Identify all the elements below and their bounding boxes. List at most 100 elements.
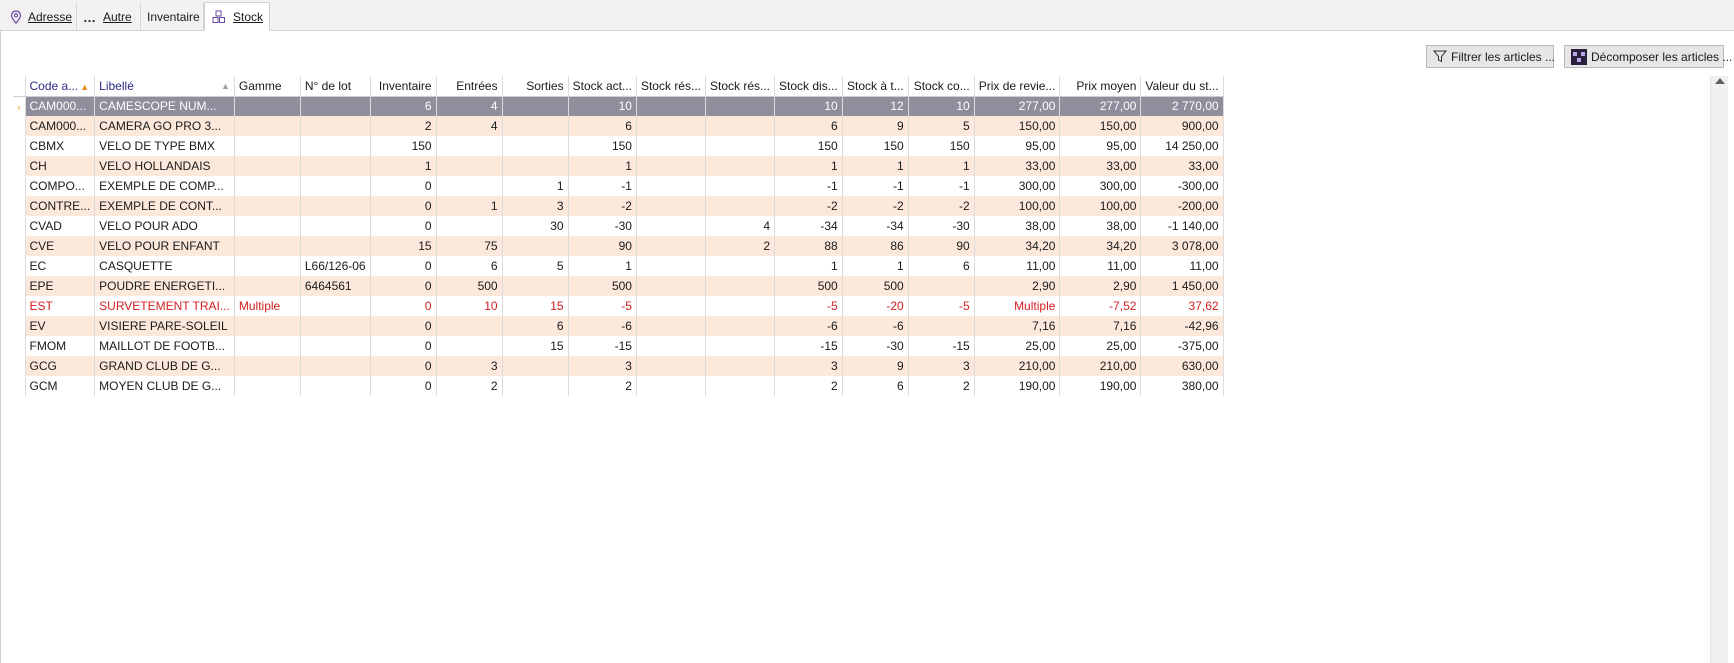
table-cell[interactable]: 1 xyxy=(502,176,569,196)
column-header[interactable]: Stock rés... xyxy=(636,76,707,97)
table-cell[interactable]: 9 xyxy=(842,116,909,136)
column-header[interactable]: Prix moyen xyxy=(1059,76,1142,97)
table-cell[interactable]: -5 xyxy=(568,296,637,316)
table-cell[interactable] xyxy=(234,376,301,396)
table-cell[interactable] xyxy=(636,296,707,316)
table-cell[interactable]: 0 xyxy=(370,296,437,316)
table-cell[interactable]: 300,00 xyxy=(974,176,1061,196)
table-row[interactable]: GCM MOYEN CLUB DE G... 0 2 2 2 6 2 190,00 190,00 3… xyxy=(13,376,1224,396)
table-cell[interactable]: POUDRE ENERGETI... xyxy=(94,276,235,296)
table-cell[interactable]: CAMERA GO PRO 3... xyxy=(94,116,235,136)
table-cell[interactable]: 2 xyxy=(370,116,437,136)
table-cell[interactable] xyxy=(234,256,301,276)
table-cell[interactable]: -42,96 xyxy=(1140,316,1224,336)
table-cell[interactable]: -1 140,00 xyxy=(1140,216,1224,236)
table-cell[interactable]: 33,00 xyxy=(1059,156,1142,176)
table-cell[interactable]: 86 xyxy=(842,236,909,256)
table-cell[interactable]: CONTRE... xyxy=(25,196,96,216)
table-cell[interactable]: 6 xyxy=(568,116,637,136)
table-cell[interactable]: VELO HOLLANDAIS xyxy=(94,156,235,176)
table-cell[interactable]: 9 xyxy=(842,356,909,376)
table-cell[interactable]: 630,00 xyxy=(1140,356,1224,376)
column-header[interactable]: Libellé ▲ xyxy=(94,76,235,97)
table-cell[interactable]: VELO DE TYPE BMX xyxy=(94,136,235,156)
table-cell[interactable]: -15 xyxy=(774,336,843,356)
table-cell[interactable] xyxy=(300,236,371,256)
table-cell[interactable]: 5 xyxy=(908,116,975,136)
table-cell[interactable] xyxy=(908,316,975,336)
table-cell[interactable]: 150,00 xyxy=(974,116,1061,136)
table-cell[interactable]: 380,00 xyxy=(1140,376,1224,396)
table-cell[interactable]: COMPO... xyxy=(25,176,96,196)
decompose-articles-button[interactable]: Décomposer les articles ... xyxy=(1564,45,1732,68)
table-cell[interactable]: 6464561 xyxy=(300,276,371,296)
table-cell[interactable]: -375,00 xyxy=(1140,336,1224,356)
table-cell[interactable]: EXEMPLE DE CONT... xyxy=(94,196,235,216)
table-cell[interactable]: 1 xyxy=(436,196,503,216)
column-header[interactable]: Stock rés... xyxy=(705,76,776,97)
table-cell[interactable]: -30 xyxy=(568,216,637,236)
column-header[interactable]: Prix de revie... xyxy=(974,76,1061,97)
table-cell[interactable]: 15 xyxy=(502,296,569,316)
table-cell[interactable]: -5 xyxy=(908,296,975,316)
table-cell[interactable]: 2,90 xyxy=(1059,276,1142,296)
table-cell[interactable]: 2,90 xyxy=(974,276,1061,296)
table-cell[interactable]: 37,62 xyxy=(1140,296,1224,316)
table-cell[interactable] xyxy=(636,136,707,156)
table-cell[interactable]: 5 xyxy=(502,256,569,276)
table-cell[interactable] xyxy=(705,276,776,296)
table-row[interactable]: CBMX VELO DE TYPE BMX 150 150 150 150 150 95,00… xyxy=(13,136,1224,156)
table-cell[interactable]: 210,00 xyxy=(974,356,1061,376)
table-cell[interactable]: -5 xyxy=(774,296,843,316)
table-cell[interactable] xyxy=(300,176,371,196)
table-row[interactable]: EC CASQUETTE L66/126-06 0 6 5 1 1 1 6 11,00 11,00 11… xyxy=(13,256,1224,276)
table-cell[interactable]: -2 xyxy=(908,196,975,216)
table-cell[interactable] xyxy=(436,316,503,336)
column-header[interactable]: Stock co... xyxy=(908,76,975,97)
table-row[interactable]: CONTRE... EXEMPLE DE CONT... 0 1 3 -2 -2 -2 -2 10… xyxy=(13,196,1224,216)
table-cell[interactable]: CVE xyxy=(25,236,96,256)
table-cell[interactable]: 100,00 xyxy=(974,196,1061,216)
table-cell[interactable]: 33,00 xyxy=(974,156,1061,176)
table-cell[interactable] xyxy=(436,136,503,156)
table-cell[interactable]: 1 xyxy=(842,256,909,276)
table-cell[interactable] xyxy=(234,136,301,156)
table-cell[interactable]: 12 xyxy=(842,96,909,116)
table-cell[interactable]: 1 xyxy=(370,156,437,176)
table-cell[interactable]: MOYEN CLUB DE G... xyxy=(94,376,235,396)
table-cell[interactable]: EST xyxy=(25,296,96,316)
table-cell[interactable] xyxy=(705,296,776,316)
table-cell[interactable] xyxy=(502,156,569,176)
table-cell[interactable] xyxy=(636,176,707,196)
table-cell[interactable]: 1 xyxy=(842,156,909,176)
column-header[interactable]: N° de lot xyxy=(300,76,371,97)
table-cell[interactable]: MAILLOT DE FOOTB... xyxy=(94,336,235,356)
table-cell[interactable]: -20 xyxy=(842,296,909,316)
table-cell[interactable]: -1 xyxy=(908,176,975,196)
table-cell[interactable]: 300,00 xyxy=(1059,176,1142,196)
table-row[interactable]: COMPO... EXEMPLE DE COMP... 0 1 -1 -1 -1 -1 300,… xyxy=(13,176,1224,196)
table-cell[interactable] xyxy=(234,216,301,236)
table-cell[interactable]: 0 xyxy=(370,256,437,276)
table-cell[interactable]: 4 xyxy=(705,216,776,236)
table-cell[interactable]: 90 xyxy=(568,236,637,256)
table-cell[interactable]: -2 xyxy=(842,196,909,216)
table-cell[interactable]: -1 xyxy=(842,176,909,196)
table-cell[interactable]: CH xyxy=(25,156,96,176)
table-cell[interactable]: 0 xyxy=(370,176,437,196)
tab-inventaire[interactable]: Inventaire xyxy=(141,3,204,31)
table-cell[interactable]: VELO POUR ENFANT xyxy=(94,236,235,256)
table-cell[interactable]: CAM000... xyxy=(25,96,96,116)
table-cell[interactable]: 4 xyxy=(436,116,503,136)
table-cell[interactable]: EPE xyxy=(25,276,96,296)
table-cell[interactable]: 0 xyxy=(370,316,437,336)
table-cell[interactable]: FMOM xyxy=(25,336,96,356)
table-cell[interactable] xyxy=(636,316,707,336)
table-cell[interactable]: GCM xyxy=(25,376,96,396)
table-cell[interactable] xyxy=(502,96,569,116)
table-cell[interactable]: 14 250,00 xyxy=(1140,136,1224,156)
table-cell[interactable]: 11,00 xyxy=(974,256,1061,276)
column-header[interactable]: Valeur du st... xyxy=(1140,76,1224,97)
table-cell[interactable]: -2 xyxy=(568,196,637,216)
table-cell[interactable]: 0 xyxy=(370,376,437,396)
